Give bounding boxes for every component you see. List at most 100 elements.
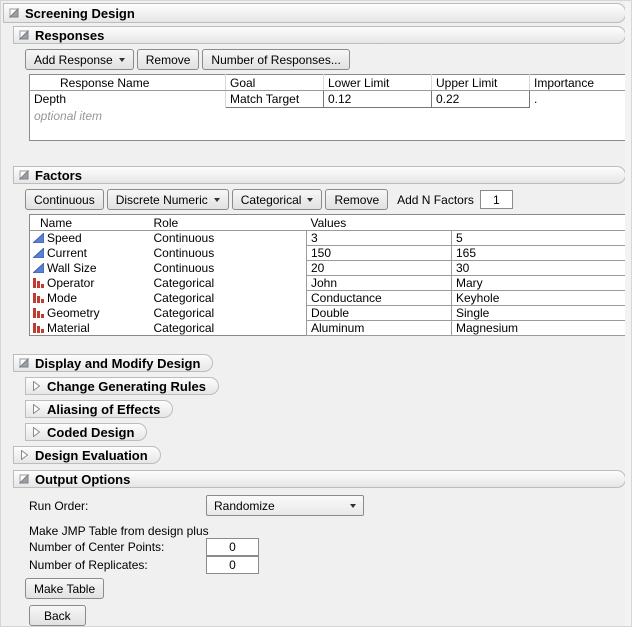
factor-value-cell[interactable]: Mary xyxy=(452,276,627,291)
section-header-display-modify-design[interactable]: Display and Modify Design xyxy=(13,354,213,372)
replicates-row: Number of Replicates: xyxy=(29,556,631,574)
section-header-responses[interactable]: Responses xyxy=(13,26,626,44)
categorical-factor-icon xyxy=(33,323,44,333)
col-response-name: Response Name xyxy=(30,75,226,91)
remove-response-label: Remove xyxy=(146,53,191,67)
optional-item-label[interactable]: optional item xyxy=(30,108,226,125)
factor-value-cell[interactable]: Magnesium xyxy=(452,321,627,336)
continuous-factor-icon xyxy=(33,263,44,273)
response-lower-limit-cell[interactable]: 0.12 xyxy=(324,91,432,108)
section-header-design-evaluation[interactable]: Design Evaluation xyxy=(13,446,161,464)
run-order-row: Run Order: Randomize xyxy=(29,495,631,516)
replicates-label: Number of Replicates: xyxy=(29,558,206,572)
section-header-screening-design[interactable]: Screening Design xyxy=(3,3,626,23)
factor-value-cell[interactable]: Keyhole xyxy=(452,291,627,306)
factor-value-cell[interactable]: Aluminum xyxy=(307,321,452,336)
response-upper-limit-cell[interactable]: 0.22 xyxy=(432,91,530,108)
disclosure-open-icon[interactable] xyxy=(19,358,29,368)
responses-table-header: Response Name Goal Lower Limit Upper Lim… xyxy=(30,75,627,91)
factor-value-cell[interactable]: Conductance xyxy=(307,291,452,306)
disclosure-open-icon[interactable] xyxy=(19,170,29,180)
factor-role[interactable]: Categorical xyxy=(150,291,307,306)
factor-value-cell[interactable]: Double xyxy=(307,306,452,321)
section-header-change-generating-rules[interactable]: Change Generating Rules xyxy=(25,377,219,395)
number-of-responses-button[interactable]: Number of Responses... xyxy=(202,49,349,70)
factor-name[interactable]: Geometry xyxy=(47,306,100,320)
factor-row: Current Continuous 150 165 xyxy=(30,246,627,261)
discrete-numeric-button[interactable]: Discrete Numeric xyxy=(107,189,229,210)
factor-role[interactable]: Categorical xyxy=(150,306,307,321)
responses-table-filler xyxy=(30,125,627,141)
factor-value-cell[interactable]: 20 xyxy=(307,261,452,276)
factor-role[interactable]: Categorical xyxy=(150,321,307,336)
make-jmp-table-label: Make JMP Table from design plus xyxy=(29,524,631,538)
dropdown-arrow-icon xyxy=(214,198,220,202)
run-order-value: Randomize xyxy=(214,499,275,513)
remove-response-button[interactable]: Remove xyxy=(137,49,200,70)
section-header-factors[interactable]: Factors xyxy=(13,166,626,184)
col-upper-limit: Upper Limit xyxy=(432,75,530,91)
factor-name[interactable]: Speed xyxy=(47,231,82,245)
remove-factor-button[interactable]: Remove xyxy=(325,189,388,210)
add-response-label: Add Response xyxy=(34,53,113,67)
disclosure-closed-icon[interactable] xyxy=(31,404,41,414)
factor-name[interactable]: Current xyxy=(47,246,87,260)
responses-header-label: Responses xyxy=(35,28,104,43)
section-header-coded-design[interactable]: Coded Design xyxy=(25,423,147,441)
disclosure-closed-icon[interactable] xyxy=(31,427,41,437)
replicates-input[interactable] xyxy=(206,556,259,574)
back-button[interactable]: Back xyxy=(29,605,86,626)
factor-value-cell[interactable]: 150 xyxy=(307,246,452,261)
factor-name[interactable]: Mode xyxy=(47,291,77,305)
col-role: Role xyxy=(150,215,307,231)
categorical-button[interactable]: Categorical xyxy=(232,189,323,210)
factors-table-header: Name Role Values xyxy=(30,215,627,231)
factor-value-cell[interactable]: 30 xyxy=(452,261,627,276)
remove-factor-label: Remove xyxy=(334,193,379,207)
factor-row: Wall Size Continuous 20 30 xyxy=(30,261,627,276)
factor-name[interactable]: Wall Size xyxy=(47,261,97,275)
factor-value-cell[interactable]: 5 xyxy=(452,231,627,246)
response-goal-cell[interactable]: Match Target xyxy=(226,91,324,108)
add-response-button[interactable]: Add Response xyxy=(25,49,134,70)
make-table-button[interactable]: Make Table xyxy=(25,578,104,599)
factor-name[interactable]: Material xyxy=(47,321,90,335)
continuous-factor-icon xyxy=(33,233,44,243)
factor-name[interactable]: Operator xyxy=(47,276,94,290)
response-importance-cell[interactable]: . xyxy=(530,91,627,108)
run-order-label: Run Order: xyxy=(29,499,206,513)
factors-header-label: Factors xyxy=(35,168,82,183)
factor-role[interactable]: Continuous xyxy=(150,261,307,276)
factor-role[interactable]: Categorical xyxy=(150,276,307,291)
col-name: Name xyxy=(30,215,150,231)
output-options-header-label: Output Options xyxy=(35,472,130,487)
back-label: Back xyxy=(44,609,71,623)
dropdown-arrow-icon xyxy=(350,504,356,508)
factor-value-cell[interactable]: 165 xyxy=(452,246,627,261)
factor-value-cell[interactable]: Single xyxy=(452,306,627,321)
add-n-factors-input[interactable] xyxy=(480,190,513,209)
disclosure-closed-icon[interactable] xyxy=(19,450,29,460)
factor-value-cell[interactable]: John xyxy=(307,276,452,291)
disclosure-open-icon[interactable] xyxy=(19,30,29,40)
factor-value-cell[interactable]: 3 xyxy=(307,231,452,246)
add-n-factors-label: Add N Factors xyxy=(397,193,474,207)
factors-toolbar: Continuous Discrete Numeric Categorical … xyxy=(25,189,631,210)
continuous-button[interactable]: Continuous xyxy=(25,189,104,210)
continuous-label: Continuous xyxy=(34,193,95,207)
disclosure-closed-icon[interactable] xyxy=(31,381,41,391)
dropdown-arrow-icon xyxy=(119,58,125,62)
response-name-cell[interactable]: Depth xyxy=(30,91,226,108)
factors-table: Name Role Values Speed Continuous 3 5 Cu… xyxy=(29,214,627,336)
disclosure-open-icon[interactable] xyxy=(19,474,29,484)
col-lower-limit: Lower Limit xyxy=(324,75,432,91)
right-gutter xyxy=(625,1,631,626)
factor-role[interactable]: Continuous xyxy=(150,231,307,246)
run-order-dropdown[interactable]: Randomize xyxy=(206,495,364,516)
section-header-output-options[interactable]: Output Options xyxy=(13,470,626,488)
disclosure-open-icon[interactable] xyxy=(9,8,19,18)
aliasing-of-effects-label: Aliasing of Effects xyxy=(47,402,160,417)
section-header-aliasing-of-effects[interactable]: Aliasing of Effects xyxy=(25,400,173,418)
factor-role[interactable]: Continuous xyxy=(150,246,307,261)
center-points-input[interactable] xyxy=(206,538,259,556)
